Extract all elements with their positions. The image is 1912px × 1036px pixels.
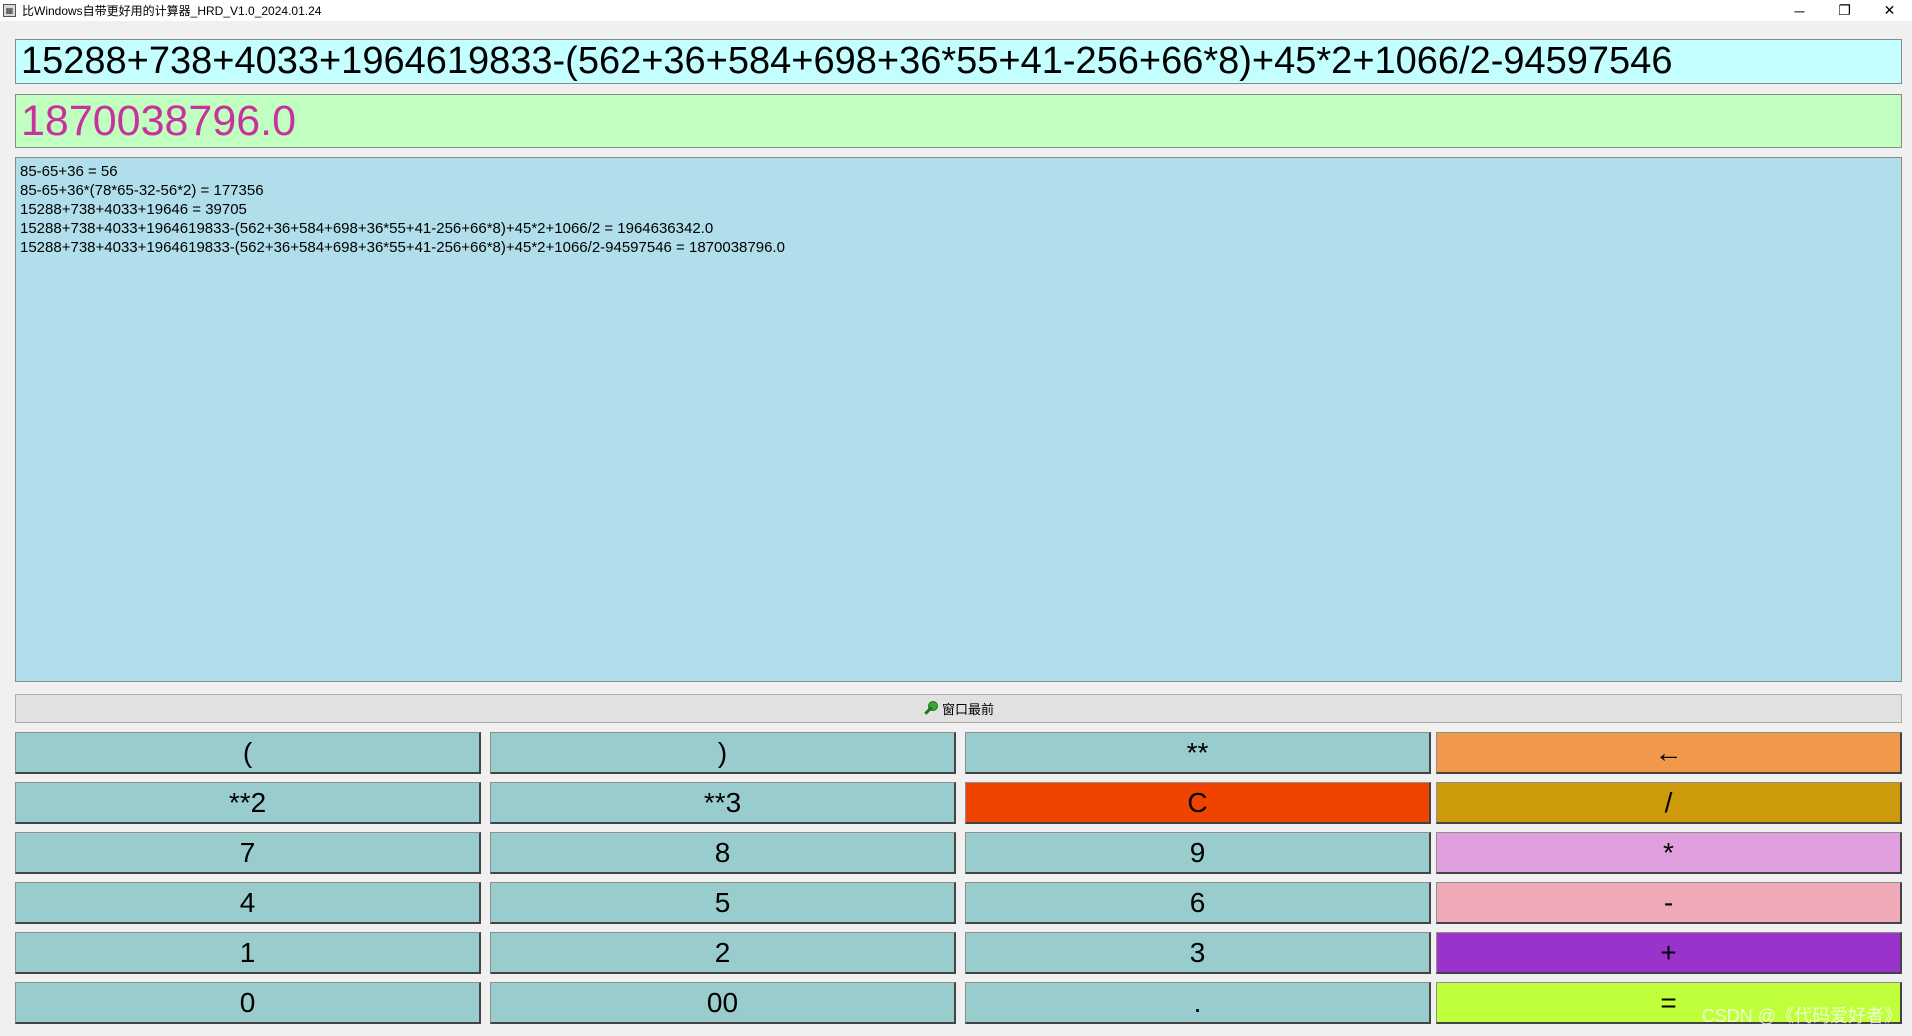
key-5[interactable]: 5 <box>490 882 956 924</box>
history-item[interactable]: 15288+738+4033+1964619833-(562+36+584+69… <box>20 219 1901 238</box>
pin-icon <box>923 701 938 716</box>
restore-button[interactable]: ❐ <box>1822 0 1867 21</box>
key-subtract[interactable]: - <box>1436 882 1902 924</box>
key-clear[interactable]: C <box>965 782 1431 824</box>
key-1[interactable]: 1 <box>15 932 481 974</box>
history-item[interactable]: 15288+738+4033+1964619833-(562+36+584+69… <box>20 238 1901 257</box>
key-2[interactable]: 2 <box>490 932 956 974</box>
key-00[interactable]: 00 <box>490 982 956 1024</box>
key-6[interactable]: 6 <box>965 882 1431 924</box>
history-item[interactable]: 85-65+36*(78*65-32-56*2) = 177356 <box>20 181 1901 200</box>
window-topmost-button[interactable]: 窗口最前 <box>15 694 1902 723</box>
key-7[interactable]: 7 <box>15 832 481 874</box>
key-divide[interactable]: / <box>1436 782 1902 824</box>
key-8[interactable]: 8 <box>490 832 956 874</box>
key-4[interactable]: 4 <box>15 882 481 924</box>
key-square[interactable]: **2 <box>15 782 481 824</box>
minimize-button[interactable]: ─ <box>1777 0 1822 21</box>
window-topmost-label: 窗口最前 <box>941 702 994 717</box>
title-bar: ▦ 比Windows自带更好用的计算器_HRD_V1.0_2024.01.24 … <box>0 0 1912 21</box>
key-power[interactable]: ** <box>965 732 1431 774</box>
close-button[interactable]: ✕ <box>1867 0 1912 21</box>
key-decimal[interactable]: . <box>965 982 1431 1024</box>
result-display: 1870038796.0 <box>15 94 1902 148</box>
window-title: 比Windows自带更好用的计算器_HRD_V1.0_2024.01.24 <box>22 4 322 18</box>
key-backspace[interactable]: ← <box>1436 732 1902 774</box>
expression-input[interactable]: 15288+738+4033+1964619833-(562+36+584+69… <box>15 39 1902 84</box>
history-item[interactable]: 15288+738+4033+19646 = 39705 <box>20 200 1901 219</box>
key-close-paren[interactable]: ) <box>490 732 956 774</box>
key-multiply[interactable]: * <box>1436 832 1902 874</box>
app-icon: ▦ <box>3 4 16 17</box>
history-item[interactable]: 85-65+36 = 56 <box>20 162 1901 181</box>
key-0[interactable]: 0 <box>15 982 481 1024</box>
key-9[interactable]: 9 <box>965 832 1431 874</box>
key-add[interactable]: + <box>1436 932 1902 974</box>
key-3[interactable]: 3 <box>965 932 1431 974</box>
key-open-paren[interactable]: ( <box>15 732 481 774</box>
watermark: CSDN @《代码爱好者》 <box>1701 1006 1902 1026</box>
keypad: () ** ← **2 **3 C/7 8 9 * 4 5 6-1 2 3 +0 00. = <box>15 732 1902 1024</box>
history-list[interactable]: 85-65+36 = 56 85-65+36*(78*65-32-56*2) =… <box>15 157 1902 682</box>
key-cube[interactable]: **3 <box>490 782 956 824</box>
window-controls: ─ ❐ ✕ <box>1777 0 1912 21</box>
